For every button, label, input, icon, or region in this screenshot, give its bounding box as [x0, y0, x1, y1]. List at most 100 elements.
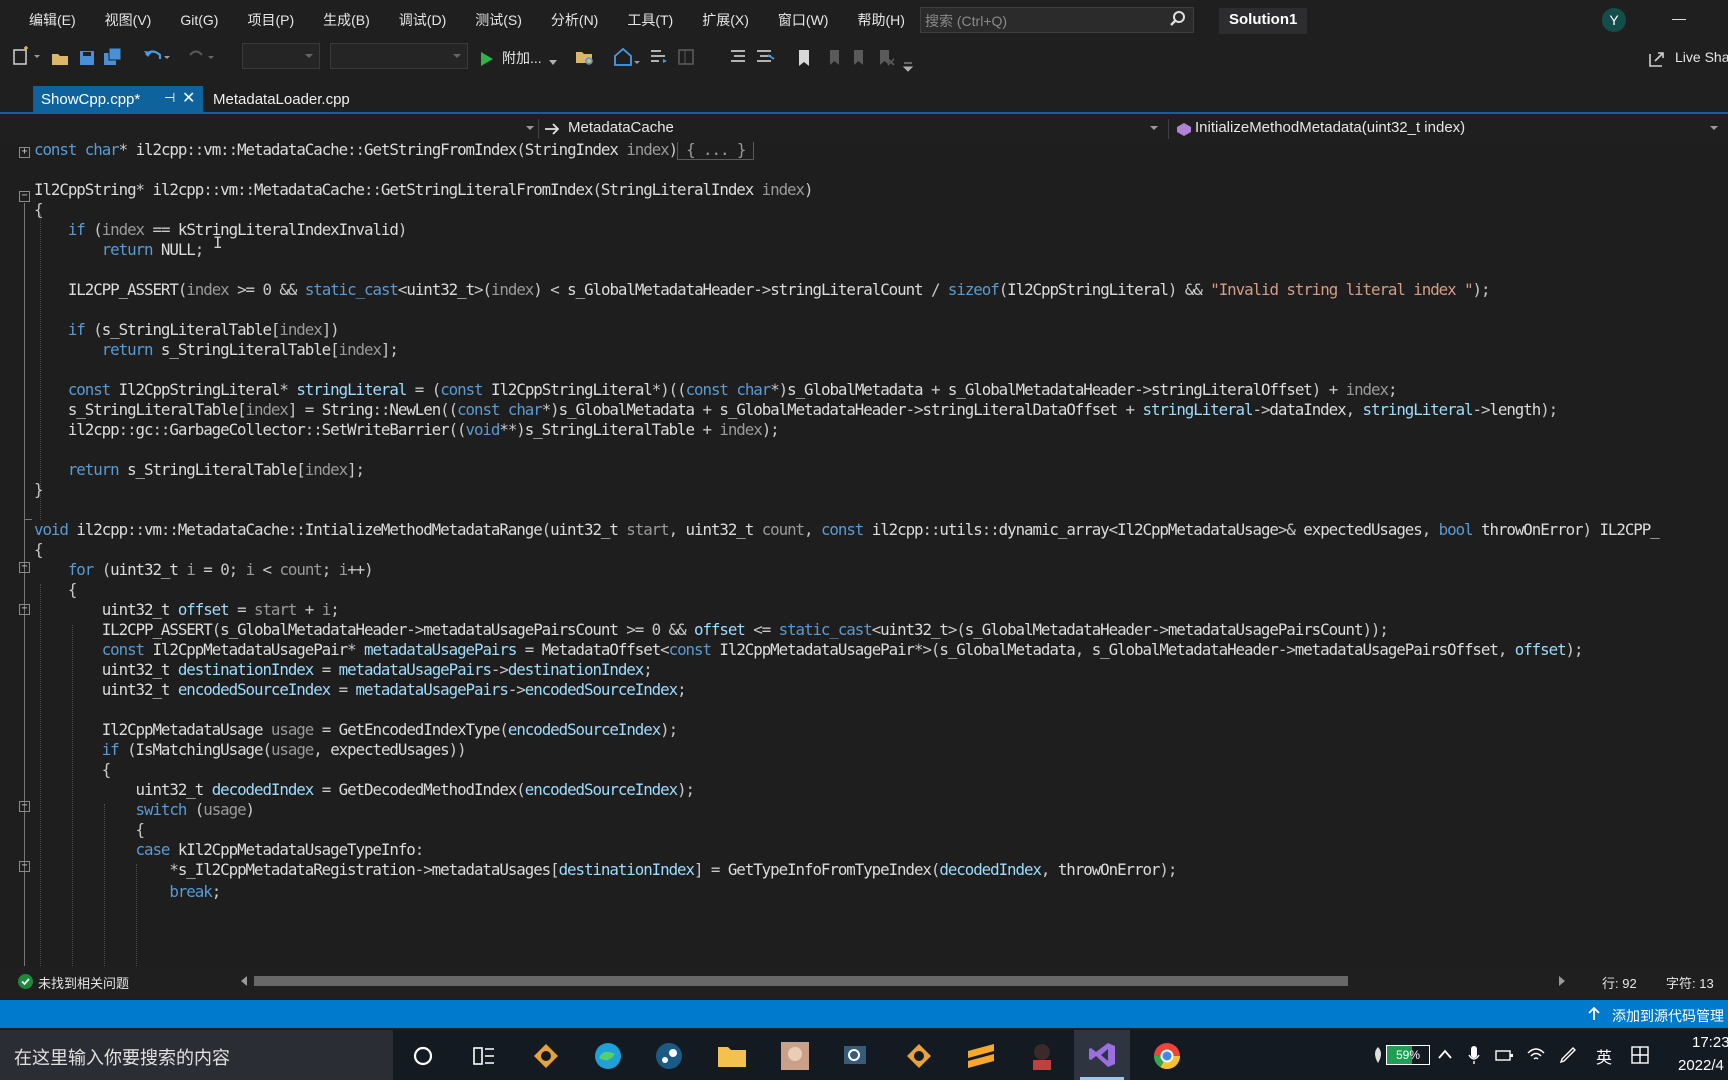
- collapsed-region-marker[interactable]: { ... }: [677, 142, 755, 160]
- play-icon[interactable]: [480, 48, 494, 70]
- align-icon[interactable]: [648, 46, 670, 68]
- code-line[interactable]: {: [34, 820, 146, 840]
- code-line[interactable]: return s_StringLiteralTable[index];: [34, 340, 399, 360]
- battery-indicator[interactable]: 59%: [1386, 1045, 1430, 1065]
- input-method[interactable]: 英: [1596, 1044, 1612, 1068]
- menu-item-build[interactable]: 生成(B): [308, 0, 384, 40]
- redo-icon[interactable]: [186, 46, 216, 68]
- magnifier-app-icon[interactable]: [841, 1042, 871, 1070]
- pen-icon[interactable]: [1558, 1045, 1578, 1065]
- add-to-source-control[interactable]: 添加到源代码管理: [1612, 1006, 1724, 1026]
- fold-collapse-icon[interactable]: −: [19, 801, 30, 812]
- task-view-icon[interactable]: [472, 1045, 496, 1067]
- code-editor[interactable]: + − − − − − const char* il2cpp::vm::Meta…: [0, 142, 1728, 966]
- chrome-icon[interactable]: [1152, 1041, 1182, 1071]
- chevron-up-icon[interactable]: [1438, 1048, 1452, 1060]
- code-line[interactable]: }: [34, 480, 44, 500]
- code-line[interactable]: IL2CPP_ASSERT(s_GlobalMetadataHeader->me…: [34, 620, 1389, 640]
- app-icon-2[interactable]: [904, 1042, 934, 1070]
- menu-item-help[interactable]: 帮助(H): [842, 0, 918, 40]
- code-line[interactable]: switch (usage): [34, 800, 256, 820]
- menu-item-file[interactable]: [0, 0, 14, 40]
- code-line[interactable]: s_StringLiteralTable[index] = String::Ne…: [34, 400, 1558, 420]
- pin-icon[interactable]: ⊣: [164, 90, 175, 106]
- code-line[interactable]: uint32_t encodedSourceIndex = metadataUs…: [34, 680, 687, 700]
- project-dropdown-arrow[interactable]: [526, 126, 534, 130]
- save-all-icon[interactable]: [102, 46, 124, 68]
- code-line[interactable]: return NULL;: [34, 240, 205, 260]
- code-line[interactable]: uint32_t offset = start + i;: [34, 600, 340, 620]
- comment-icon[interactable]: [728, 46, 748, 68]
- find-folder-icon[interactable]: [574, 46, 596, 68]
- menu-item-test[interactable]: 测试(S): [460, 0, 536, 40]
- code-line[interactable]: Il2CppMetadataUsage usage = GetEncodedIn…: [34, 720, 678, 740]
- fold-collapse-icon[interactable]: −: [19, 191, 30, 202]
- code-line[interactable]: break;: [34, 882, 221, 902]
- member-dropdown-arrow[interactable]: [1710, 126, 1718, 130]
- code-line[interactable]: Il2CppString* il2cpp::vm::MetadataCache:…: [34, 180, 814, 200]
- cortana-icon[interactable]: [412, 1045, 434, 1067]
- photo-app-icon[interactable]: [779, 1040, 811, 1072]
- configuration-dropdown[interactable]: [242, 43, 320, 69]
- minimize-button[interactable]: [1672, 19, 1686, 20]
- menu-item-edit[interactable]: 编辑(E): [14, 0, 90, 40]
- clock-date[interactable]: 2022/4: [1678, 1057, 1724, 1074]
- uncomment-icon[interactable]: [754, 46, 776, 68]
- fold-expand-icon[interactable]: +: [19, 147, 30, 158]
- code-line[interactable]: {: [34, 540, 44, 560]
- search-input[interactable]: 搜索 (Ctrl+Q): [920, 7, 1194, 33]
- code-line[interactable]: if (IsMatchingUsage(usage, expectedUsage…: [34, 740, 467, 760]
- indent-icon[interactable]: [676, 46, 698, 68]
- steam-icon[interactable]: [654, 1041, 684, 1071]
- save-icon[interactable]: [78, 47, 96, 69]
- menu-item-debug[interactable]: 调试(D): [384, 0, 460, 40]
- menu-item-analyze[interactable]: 分析(N): [536, 0, 612, 40]
- menu-item-extensions[interactable]: 扩展(X): [687, 0, 763, 40]
- taskbar-search[interactable]: 在这里输入你要搜索的内容: [0, 1030, 393, 1080]
- chevron-down-icon[interactable]: [548, 52, 558, 74]
- character-app-icon[interactable]: [1027, 1040, 1057, 1072]
- menu-item-project[interactable]: 项目(P): [232, 0, 308, 40]
- fold-collapse-icon[interactable]: −: [19, 562, 30, 573]
- code-line[interactable]: IL2CPP_ASSERT(index >= 0 && static_cast<…: [34, 280, 1491, 300]
- wifi-icon[interactable]: [1526, 1045, 1546, 1063]
- microphone-icon[interactable]: [1468, 1045, 1480, 1065]
- code-line[interactable]: const Il2CppStringLiteral* stringLiteral…: [34, 380, 1398, 400]
- member-dropdown[interactable]: InitializeMethodMetadata(uint32_t index): [1195, 119, 1465, 136]
- next-bookmark-icon[interactable]: [850, 47, 870, 69]
- menu-item-view[interactable]: 视图(V): [90, 0, 166, 40]
- code-line[interactable]: for (uint32_t i = 0; i < count; i++): [34, 560, 374, 580]
- sublime-icon[interactable]: [965, 1041, 997, 1071]
- bookmark-icon[interactable]: [796, 47, 812, 69]
- issues-status[interactable]: 未找到相关问题: [38, 973, 129, 992]
- ime-grid-icon[interactable]: [1630, 1045, 1650, 1065]
- char-number[interactable]: 字符: 13: [1666, 973, 1714, 992]
- prev-bookmark-icon[interactable]: [824, 47, 844, 69]
- leaf-icon[interactable]: [1372, 1046, 1384, 1064]
- avatar[interactable]: Y: [1602, 8, 1626, 32]
- menu-item-tools[interactable]: 工具(T): [612, 0, 687, 40]
- close-icon[interactable]: ✕: [182, 88, 195, 108]
- home-icon[interactable]: [612, 46, 642, 68]
- clock-time[interactable]: 17:23: [1692, 1034, 1728, 1051]
- app-icon-1[interactable]: [531, 1042, 561, 1070]
- live-share-button[interactable]: Live Sha: [1675, 49, 1728, 65]
- code-line[interactable]: {: [34, 200, 44, 220]
- fold-collapse-icon[interactable]: −: [19, 861, 30, 872]
- code-line[interactable]: if (s_StringLiteralTable[index]): [34, 320, 340, 340]
- code-line[interactable]: {: [34, 760, 112, 780]
- code-line[interactable]: uint32_t decodedIndex = GetDecodedMethod…: [34, 780, 695, 800]
- tab-showcpp[interactable]: ShowCpp.cpp* ⊣ ✕: [33, 86, 203, 114]
- edge-icon[interactable]: [593, 1041, 623, 1071]
- file-explorer-icon[interactable]: [716, 1042, 748, 1070]
- platform-dropdown[interactable]: [330, 43, 468, 69]
- code-line[interactable]: case kIl2CppMetadataUsageTypeInfo:: [34, 840, 425, 860]
- power-icon[interactable]: [1495, 1047, 1515, 1063]
- menu-item-window[interactable]: 窗口(W): [763, 0, 843, 40]
- line-number[interactable]: 行: 92: [1602, 973, 1637, 992]
- code-line[interactable]: const char* il2cpp::vm::MetadataCache::G…: [34, 142, 755, 160]
- fold-collapse-icon[interactable]: −: [19, 604, 30, 615]
- code-line[interactable]: il2cpp::gc::GarbageCollector::SetWriteBa…: [34, 420, 780, 440]
- tab-metadataloader[interactable]: MetadataLoader.cpp: [213, 91, 350, 108]
- code-line[interactable]: uint32_t destinationIndex = metadataUsag…: [34, 660, 653, 680]
